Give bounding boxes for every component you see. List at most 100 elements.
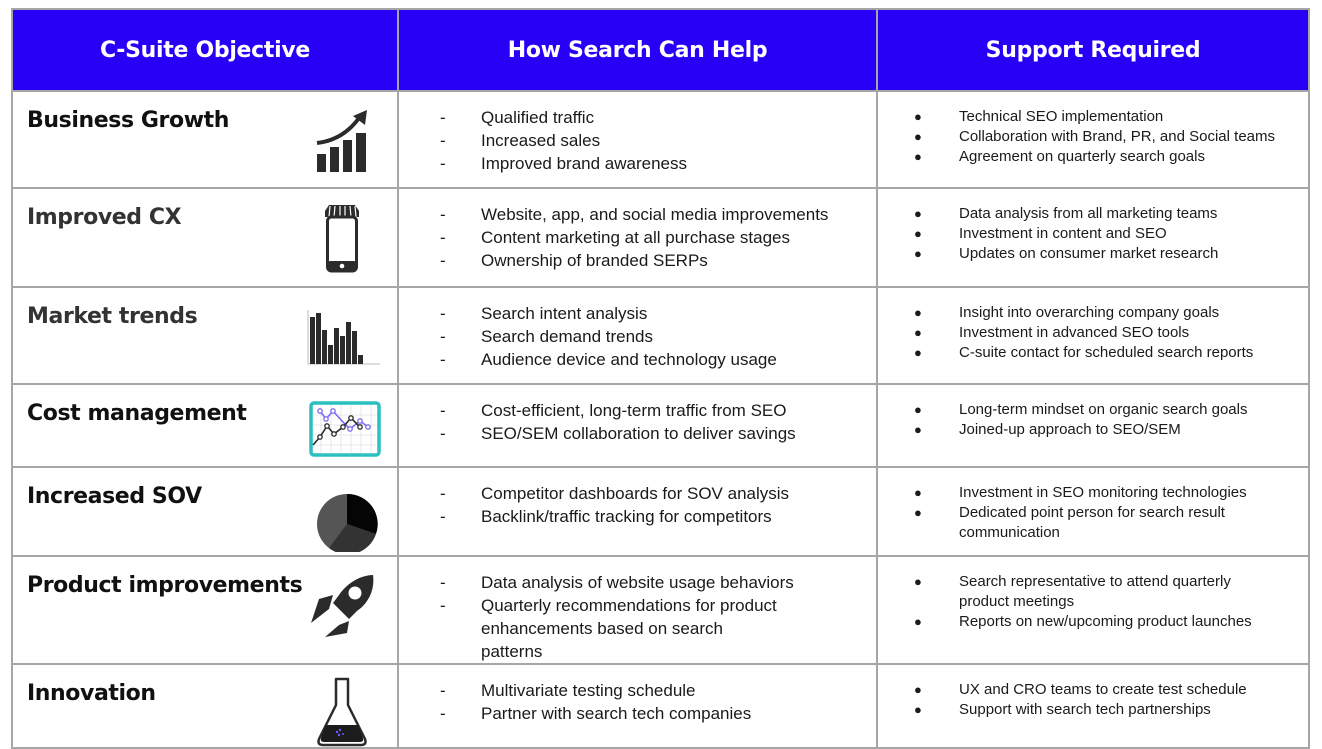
support-list: ● UX and CRO teams to create test schedul…	[878, 665, 1308, 720]
bullet-marker: ●	[914, 246, 922, 261]
bullet-marker: ●	[914, 574, 922, 589]
list-item-text: Qualified traffic	[481, 108, 595, 127]
list-item-text: Support with search tech partnerships	[959, 701, 1211, 718]
list-item-text: Investment in content and SEO	[959, 225, 1167, 242]
list-item: - Content marketing at all purchase stage…	[399, 226, 876, 249]
bullet-marker: ●	[914, 682, 922, 697]
help-list: - Multivariate testing schedule - Partner …	[399, 665, 876, 725]
mobile-store-icon	[303, 201, 381, 273]
list-item-text: Joined-up approach to SEO/SEM	[959, 421, 1181, 438]
list-item: - SEO/SEM collaboration to deliver saving…	[399, 422, 876, 445]
list-item: - Competitor dashboards for SOV analysis	[399, 482, 876, 505]
list-item: - Search demand trends	[399, 325, 876, 348]
list-item-text: Search demand trends	[481, 327, 653, 346]
list-item: ● Agreement on quarterly search goals	[878, 147, 1308, 167]
dash-marker: -	[440, 228, 446, 247]
list-item: ● Investment in SEO monitoring technologi…	[878, 483, 1308, 503]
list-item-text: Insight into overarching company goals	[959, 304, 1220, 321]
help-list: - Cost-efficient, long-term traffic from …	[399, 385, 876, 445]
list-item: ● Joined-up approach to SEO/SEM	[878, 420, 1308, 440]
help-cell: - Competitor dashboards for SOV analysis …	[397, 466, 878, 557]
objective-cell: Improved CX	[11, 187, 399, 288]
header-c-suite-objective: C-Suite Objective	[11, 8, 399, 92]
table-row-improved-cx: Improved CX - Website, app, and social m…	[11, 187, 1310, 288]
support-cell: ● Insight into overarching company goals …	[876, 286, 1310, 385]
objective-title: Innovation	[27, 681, 156, 706]
list-item: - Backlink/traffic tracking for competito…	[399, 505, 876, 528]
list-item-text: Investment in advanced SEO tools	[959, 324, 1190, 341]
help-cell: - Cost-efficient, long-term traffic from …	[397, 383, 878, 468]
list-item: ● Support with search tech partnerships	[878, 700, 1308, 720]
list-item: - Ownership of branded SERPs	[399, 249, 876, 272]
help-cell: - Qualified traffic - Increased sales - Imp…	[397, 90, 878, 189]
list-item-text: UX and CRO teams to create test schedule	[959, 681, 1247, 698]
list-item: - Qualified traffic	[399, 106, 876, 129]
help-cell: - Multivariate testing schedule - Partner …	[397, 663, 878, 749]
bullet-marker: ●	[914, 149, 922, 164]
list-item-text: Reports on new/upcoming product launches	[959, 613, 1252, 630]
objective-title: Product improvements	[27, 573, 303, 598]
dash-marker: -	[440, 350, 446, 369]
support-cell: ● UX and CRO teams to create test schedul…	[876, 663, 1310, 749]
table-row-product-improvements: Product improvements - Data analysis of w…	[11, 555, 1310, 665]
list-item-text: Backlink/traffic tracking for competitor…	[481, 507, 772, 526]
list-item: - Multivariate testing schedule	[399, 679, 876, 702]
dash-marker: -	[440, 484, 446, 503]
pie-chart-icon	[303, 480, 381, 552]
header-support-required: Support Required	[876, 8, 1310, 92]
list-item: ● Updates on consumer market research	[878, 244, 1308, 264]
dash-marker: -	[440, 131, 446, 150]
list-item-text: Content marketing at all purchase stages	[481, 228, 791, 247]
rocket-icon	[303, 569, 381, 641]
dash-marker: -	[440, 205, 446, 224]
support-list: ● Technical SEO implementation ● Collabora…	[878, 92, 1308, 167]
list-item-text: Investment in SEO monitoring technologie…	[959, 484, 1247, 501]
list-item: - Website, app, and social media improvem…	[399, 203, 876, 226]
support-list: ● Search representative to attend quarter…	[878, 557, 1308, 632]
list-item: - Audience device and technology usage	[399, 348, 876, 371]
dash-marker: -	[440, 401, 446, 420]
bullet-marker: ●	[914, 129, 922, 144]
support-list: ● Insight into overarching company goals …	[878, 288, 1308, 363]
list-item-text: Data analysis of website usage behaviors	[481, 573, 794, 592]
support-list: ● Data analysis from all marketing teams …	[878, 189, 1308, 264]
objective-title: Improved CX	[27, 205, 182, 230]
help-cell: - Data analysis of website usage behavior…	[397, 555, 878, 665]
bullet-marker: ●	[914, 345, 922, 360]
list-item-text: Increased sales	[481, 131, 601, 150]
table-row-cost-management: Cost management - Cost-efficient, long-t…	[11, 383, 1310, 468]
table-row-business-growth: Business Growth - Qualified traffic - In…	[11, 90, 1310, 189]
list-item-text: Dedicated point person for search result…	[959, 504, 1225, 541]
dash-marker: -	[440, 507, 446, 526]
list-item-text: Website, app, and social media improveme…	[481, 205, 829, 224]
header-how-search-can-help: How Search Can Help	[397, 8, 878, 92]
objective-cell: Cost management	[11, 383, 399, 468]
list-item-text: Agreement on quarterly search goals	[959, 148, 1205, 165]
list-item: - Partner with search tech companies	[399, 702, 876, 725]
table-row-increased-sov: Increased SOV - Competitor dashboards for…	[11, 466, 1310, 557]
help-list: - Data analysis of website usage behavior…	[399, 557, 876, 663]
list-item: ● Insight into overarching company goals	[878, 303, 1308, 323]
help-cell: - Website, app, and social media improvem…	[397, 187, 878, 288]
dash-marker: -	[440, 108, 446, 127]
dash-marker: -	[440, 304, 446, 323]
growth-chart-icon	[303, 104, 381, 176]
list-item-text: SEO/SEM collaboration to deliver savings	[481, 424, 796, 443]
list-item-text: Long-term mindset on organic search goal…	[959, 401, 1248, 418]
dash-marker: -	[440, 327, 446, 346]
objective-title: Increased SOV	[27, 484, 202, 509]
support-cell: ● Investment in SEO monitoring technologi…	[876, 466, 1310, 557]
bullet-marker: ●	[914, 402, 922, 417]
list-item: - Data analysis of website usage behavior…	[399, 571, 876, 594]
table-row-market-trends: Market trends - Search intent analysis -…	[11, 286, 1310, 385]
list-item-text: Quarterly recommendations for product en…	[481, 596, 777, 661]
dash-marker: -	[440, 704, 446, 723]
help-list: - Competitor dashboards for SOV analysis …	[399, 468, 876, 528]
help-cell: - Search intent analysis - Search demand t…	[397, 286, 878, 385]
dash-marker: -	[440, 154, 446, 173]
support-cell: ● Data analysis from all marketing teams …	[876, 187, 1310, 288]
list-item-text: Partner with search tech companies	[481, 704, 752, 723]
list-item: ● Data analysis from all marketing teams	[878, 204, 1308, 224]
objectives-table-container: C-Suite Objective How Search Can Help Su…	[11, 8, 1310, 749]
objective-cell: Product improvements	[11, 555, 399, 665]
